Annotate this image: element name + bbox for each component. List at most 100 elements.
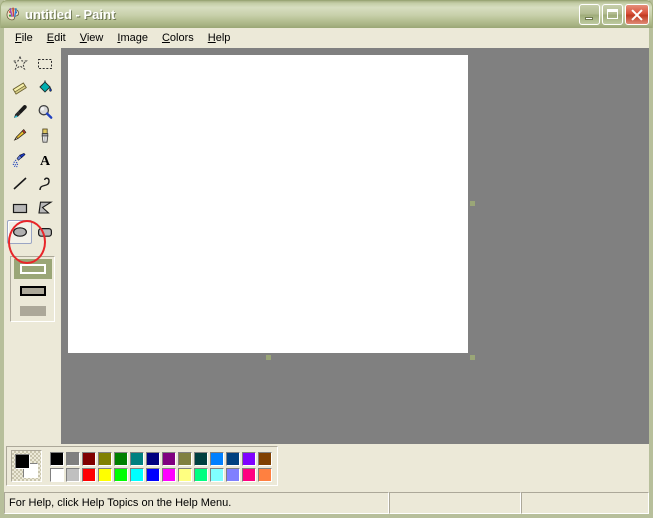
menu-help-label: elp [215, 32, 231, 44]
tool-brush[interactable] [32, 124, 57, 148]
tool-curve[interactable] [32, 172, 57, 196]
menu-file-label: ile [21, 32, 33, 44]
close-button[interactable] [625, 4, 649, 25]
palette-swatch-row2-2[interactable] [81, 467, 97, 483]
swatch-color [50, 468, 64, 482]
drawing-workspace[interactable] [61, 48, 649, 444]
palette-swatch-row1-11[interactable] [225, 451, 241, 467]
shape-option-outline-only[interactable] [14, 259, 52, 279]
palette-swatch-row1-0[interactable] [49, 451, 65, 467]
swatch-color [82, 468, 96, 482]
title-bar[interactable]: untitled - Paint [0, 0, 653, 28]
palette-swatch-row1-10[interactable] [209, 451, 225, 467]
palette-swatch-row2-6[interactable] [145, 467, 161, 483]
palette-swatch-row1-7[interactable] [161, 451, 177, 467]
swatch-color [178, 452, 192, 466]
palette-swatch-row2-7[interactable] [161, 467, 177, 483]
palette-swatch-row2-12[interactable] [241, 467, 257, 483]
palette-swatch-row2-9[interactable] [193, 467, 209, 483]
palette-swatch-row2-0[interactable] [49, 467, 65, 483]
palette-swatch-row2-5[interactable] [129, 467, 145, 483]
svg-text:A: A [39, 154, 50, 169]
swatch-color [130, 452, 144, 466]
tool-airbrush[interactable] [7, 148, 32, 172]
tool-line[interactable] [7, 172, 32, 196]
menu-colors-label: olors [169, 32, 194, 44]
palette-swatch-row2-10[interactable] [209, 467, 225, 483]
tool-rounded-rectangle[interactable] [32, 220, 57, 244]
outline-only-icon [20, 264, 46, 274]
swatch-color [258, 452, 272, 466]
canvas-handle-right[interactable] [470, 201, 475, 206]
status-selection-size-panel [521, 492, 649, 514]
tool-pick-color[interactable] [7, 100, 32, 124]
minimize-button[interactable] [579, 4, 600, 25]
palette-swatch-row2-3[interactable] [97, 467, 113, 483]
menu-help[interactable]: Help [201, 30, 238, 46]
swatch-color [50, 452, 64, 466]
swatch-color [98, 468, 112, 482]
tool-rectangle-select[interactable] [32, 52, 57, 76]
swatch-color [210, 452, 224, 466]
palette-swatch-row2-11[interactable] [225, 467, 241, 483]
menu-file[interactable]: File [8, 30, 40, 46]
tool-pencil[interactable] [7, 124, 32, 148]
palette-swatch-row2-13[interactable] [257, 467, 273, 483]
tool-polygon[interactable] [32, 196, 57, 220]
palette-swatch-row1-13[interactable] [257, 451, 273, 467]
menu-edit[interactable]: Edit [40, 30, 73, 46]
menu-image-label: mage [120, 32, 148, 44]
swatch-color [162, 452, 176, 466]
menu-view[interactable]: View [73, 30, 111, 46]
swatch-color [130, 468, 144, 482]
swatch-color [146, 468, 160, 482]
menu-edit-label: dit [54, 32, 66, 44]
shape-option-outline-fill[interactable] [14, 281, 52, 301]
tool-eraser[interactable] [7, 76, 32, 100]
swatch-color [178, 468, 192, 482]
swatch-color [146, 452, 160, 466]
swatch-color [194, 452, 208, 466]
palette-swatch-row1-8[interactable] [177, 451, 193, 467]
swatch-color [258, 468, 272, 482]
drawing-canvas[interactable] [68, 55, 468, 353]
menu-image[interactable]: Image [110, 30, 155, 46]
palette-swatch-row2-4[interactable] [113, 467, 129, 483]
palette-swatch-row1-3[interactable] [97, 451, 113, 467]
swatch-color [66, 468, 80, 482]
outline-and-fill-icon [20, 286, 46, 296]
caption-button-group [579, 4, 649, 25]
tool-box: A [4, 48, 62, 444]
tool-free-form-select[interactable] [7, 52, 32, 76]
palette-swatch-row1-1[interactable] [65, 451, 81, 467]
tool-magnifier[interactable] [32, 100, 57, 124]
palette-swatch-row1-2[interactable] [81, 451, 97, 467]
foreground-background-indicator[interactable] [11, 450, 42, 482]
canvas-handle-bottom[interactable] [266, 355, 271, 360]
color-palette-bar [4, 444, 649, 492]
palette-swatch-row1-6[interactable] [145, 451, 161, 467]
maximize-button[interactable] [602, 4, 623, 25]
swatch-color [242, 452, 256, 466]
swatch-color [162, 468, 176, 482]
tool-ellipse[interactable] [7, 220, 32, 244]
palette-swatch-row2-8[interactable] [177, 467, 193, 483]
tool-text[interactable]: A [32, 148, 57, 172]
palette-swatch-row1-5[interactable] [129, 451, 145, 467]
window-title: untitled - Paint [25, 6, 116, 22]
swatch-color [226, 468, 240, 482]
palette-swatch-row1-4[interactable] [113, 451, 129, 467]
menu-colors[interactable]: Colors [155, 30, 201, 46]
shape-option-fill-only[interactable] [14, 301, 52, 321]
paint-palette-icon [5, 7, 21, 23]
palette-swatch-row1-9[interactable] [193, 451, 209, 467]
tool-rectangle[interactable] [7, 196, 32, 220]
canvas-handle-bottom-right[interactable] [470, 355, 475, 360]
foreground-color-swatch[interactable] [15, 454, 30, 469]
fill-only-icon [20, 306, 46, 316]
tool-fill-with-color[interactable] [32, 76, 57, 100]
swatch-color [194, 468, 208, 482]
palette-swatch-row1-12[interactable] [241, 451, 257, 467]
palette-swatch-row2-1[interactable] [65, 467, 81, 483]
swatch-color [114, 452, 128, 466]
